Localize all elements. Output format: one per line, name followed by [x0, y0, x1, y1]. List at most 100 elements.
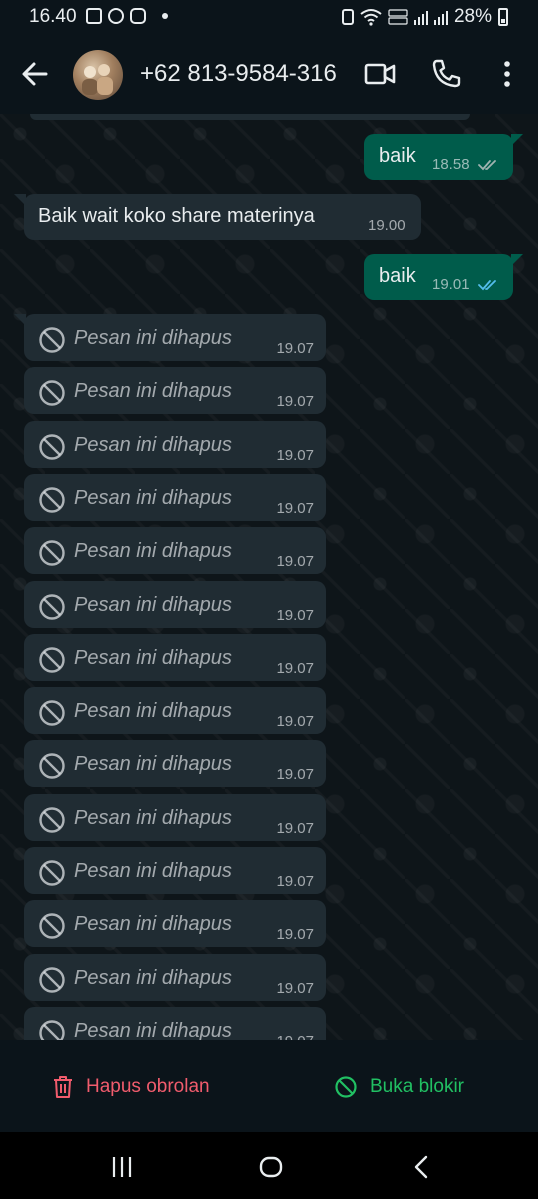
message-time: 19.07 [276, 553, 314, 571]
gallery-icon [86, 8, 102, 24]
ban-icon [39, 1020, 65, 1040]
message-time: 19.07 [276, 1033, 314, 1040]
deleted-message[interactable]: Pesan ini dihapus 19.07 [24, 580, 326, 628]
double-check-icon [478, 160, 496, 171]
deleted-message[interactable]: Pesan ini dihapus 19.07 [24, 740, 326, 788]
ban-icon [39, 860, 65, 886]
message-time: 19.07 [276, 499, 314, 517]
back-arrow-icon[interactable] [20, 59, 50, 89]
battery-percent: 28% [453, 6, 492, 27]
deleted-message[interactable]: Pesan ini dihapus 19.07 [24, 420, 326, 468]
message-time: 19.07 [276, 340, 314, 357]
message-time: 19.07 [276, 713, 314, 731]
message-time: 19.07 [276, 819, 314, 837]
delete-chat-label: Hapus obrolan [86, 1076, 210, 1097]
delete-chat-button[interactable]: Hapus obrolan [52, 1074, 210, 1100]
status-bar: 16.40 28% [0, 0, 538, 34]
deleted-message[interactable]: Pesan ini dihapus 19.07 [24, 473, 326, 521]
ban-icon [39, 806, 65, 833]
deleted-message-text: Pesan ini dihapus [74, 540, 232, 563]
home-icon[interactable] [256, 1152, 286, 1182]
ban-icon [39, 540, 65, 566]
message-time: 19.00 [368, 217, 406, 234]
message-text: baik [379, 265, 416, 287]
more-options-icon[interactable] [489, 56, 525, 92]
ban-icon [39, 593, 65, 620]
chat-area[interactable]: baik 18.58 Baik wait koko share materiny… [0, 114, 538, 1040]
deleted-message[interactable]: Pesan ini dihapus 19.07 [24, 793, 326, 841]
signal-2-icon [433, 9, 448, 25]
message-time: 18.58 [432, 156, 470, 173]
read-receipt-icon [478, 280, 496, 291]
whatsapp-icon [108, 8, 124, 24]
message-text: Baik wait koko share materinya [38, 205, 315, 227]
trash-icon [54, 1076, 72, 1098]
outgoing-message[interactable]: baik 19.01 [364, 254, 523, 300]
message-time: 19.01 [432, 276, 470, 293]
deleted-message[interactable]: Pesan ini dihapus 19.07 [14, 314, 326, 361]
deleted-message[interactable]: Pesan ini dihapus 19.07 [24, 367, 326, 415]
deleted-message[interactable]: Pesan ini dihapus 19.07 [24, 900, 326, 948]
battery-saver-icon [341, 9, 354, 25]
system-icons: 28% [341, 6, 508, 28]
signal-1-icon [413, 9, 428, 25]
deleted-message-text: Pesan ini dihapus [74, 806, 232, 829]
ban-icon [39, 966, 65, 993]
unblock-button[interactable]: Buka blokir [334, 1074, 464, 1100]
ban-icon [39, 913, 65, 939]
ban-icon [39, 380, 65, 406]
wifi-icon [360, 9, 382, 26]
deleted-message[interactable]: Pesan ini dihapus 19.07 [24, 1006, 326, 1040]
message-time: 19.07 [276, 873, 314, 890]
recent-apps-icon[interactable] [107, 1152, 137, 1182]
ban-icon [39, 700, 65, 726]
deleted-message-text: Pesan ini dihapus [74, 1019, 232, 1040]
deleted-message[interactable]: Pesan ini dihapus 19.07 [24, 633, 326, 681]
blocked-contact-actions: Hapus obrolan Buka blokir [0, 1040, 538, 1132]
message-time: 19.07 [276, 659, 314, 677]
deleted-message-text: Pesan ini dihapus [74, 433, 232, 456]
unblock-ban-icon [335, 1076, 357, 1098]
contact-name[interactable]: +62 813-9584-316 [140, 60, 337, 88]
message-time: 19.07 [276, 446, 314, 464]
outgoing-message[interactable]: baik 18.58 [364, 134, 523, 180]
volte-icon [388, 9, 408, 25]
deleted-message-text: Pesan ini dihapus [74, 700, 232, 723]
deleted-message-text: Pesan ini dihapus [74, 380, 232, 403]
back-nav-icon[interactable] [407, 1152, 437, 1182]
battery-icon [498, 8, 508, 26]
previous-message-edge [30, 114, 470, 120]
video-call-icon[interactable] [362, 56, 398, 92]
chat-header: +62 813-9584-316 [0, 34, 538, 114]
more-notifications-dot-icon [162, 13, 168, 19]
instagram-icon [130, 8, 146, 24]
deleted-message-text: Pesan ini dihapus [74, 966, 232, 989]
contact-avatar[interactable] [73, 50, 123, 100]
message-time: 19.07 [276, 606, 314, 624]
deleted-message-text: Pesan ini dihapus [74, 646, 232, 669]
status-time: 16.40 [29, 6, 77, 27]
voice-call-icon[interactable] [428, 56, 464, 92]
message-text: baik [379, 145, 416, 167]
deleted-message[interactable]: Pesan ini dihapus 19.07 [24, 953, 326, 1001]
incoming-message[interactable]: Baik wait koko share materinya 19.00 [14, 194, 421, 240]
deleted-message[interactable]: Pesan ini dihapus 19.07 [24, 687, 326, 735]
deleted-message-text: Pesan ini dihapus [74, 860, 232, 882]
deleted-message-text: Pesan ini dihapus [74, 486, 232, 509]
deleted-message-text: Pesan ini dihapus [74, 327, 232, 349]
deleted-message[interactable]: Pesan ini dihapus 19.07 [24, 527, 326, 575]
notification-icons [86, 8, 168, 24]
deleted-message-text: Pesan ini dihapus [74, 753, 232, 776]
message-time: 19.07 [276, 926, 314, 944]
system-navigation-bar [0, 1132, 538, 1199]
deleted-message[interactable]: Pesan ini dihapus 19.07 [24, 847, 326, 894]
deleted-message-text: Pesan ini dihapus [74, 593, 232, 616]
deleted-message-text: Pesan ini dihapus [74, 913, 232, 936]
ban-icon [39, 487, 65, 513]
message-time: 19.07 [276, 393, 314, 411]
message-time: 19.07 [276, 766, 314, 784]
message-time: 19.07 [276, 979, 314, 997]
unblock-label: Buka blokir [370, 1076, 464, 1097]
ban-icon [39, 647, 65, 673]
ban-icon [39, 433, 65, 460]
